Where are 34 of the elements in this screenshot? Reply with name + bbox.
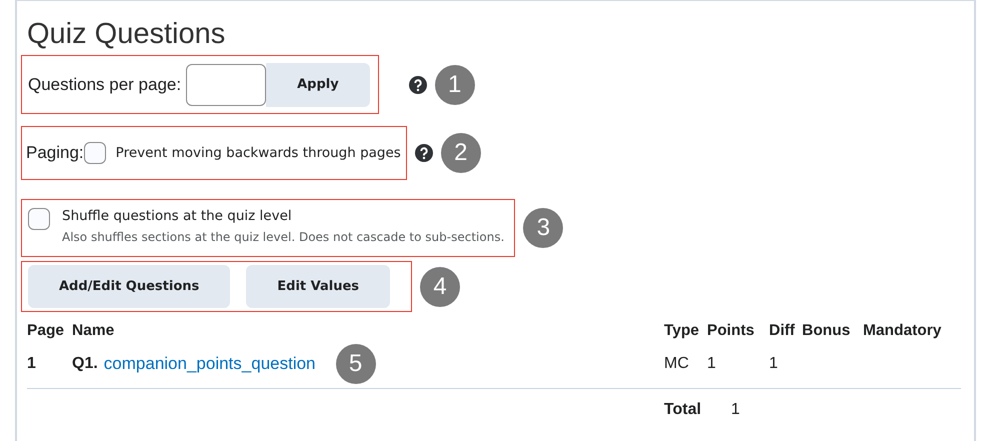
table-cell: 1 [707,355,716,373]
help-icon[interactable] [414,144,433,162]
column-header: Diff [769,321,796,341]
table-cell: MC [664,355,689,373]
page-title: Quiz Questions [27,18,226,51]
checkbox[interactable] [84,142,106,164]
callout-number: 3 [523,208,564,248]
help-icon[interactable] [408,76,427,94]
column-header: Page [27,321,66,341]
checkbox[interactable] [28,208,50,230]
shuffle-description: Also shuffles sections at the quiz level. Does not cascade to sub-sections. [62,230,504,244]
total-value: 1 [731,401,740,419]
column-header: Bonus [802,321,852,341]
questions-per-page-label: Questions per page: [28,74,182,94]
table-cell: 1 [769,355,778,373]
column-header: Name [72,321,116,341]
shuffle-label: Shuffle questions at the quiz level [62,208,293,224]
callout-number: 5 [336,344,376,384]
question-link[interactable]: companion_points_question [104,354,316,374]
column-header: Mandatory [863,321,942,341]
callout-number: 2 [440,133,481,173]
column-header: Points [707,321,756,341]
callout-number: 1 [434,64,475,104]
question-number: Q1. [72,355,98,373]
callout-number: 4 [420,266,460,306]
paging-label: Paging: [26,143,84,163]
questions-per-page-field[interactable] [186,64,266,106]
action-button[interactable]: Edit Values [246,265,390,308]
column-header: Type [664,321,700,341]
action-button[interactable]: Add/Edit Questions [28,265,230,308]
prevent-backwards-label: Prevent moving backwards through pages [116,145,401,161]
table-cell: 1 [27,355,36,373]
apply-button[interactable]: Apply [266,62,370,106]
total-label: Total [664,401,702,419]
